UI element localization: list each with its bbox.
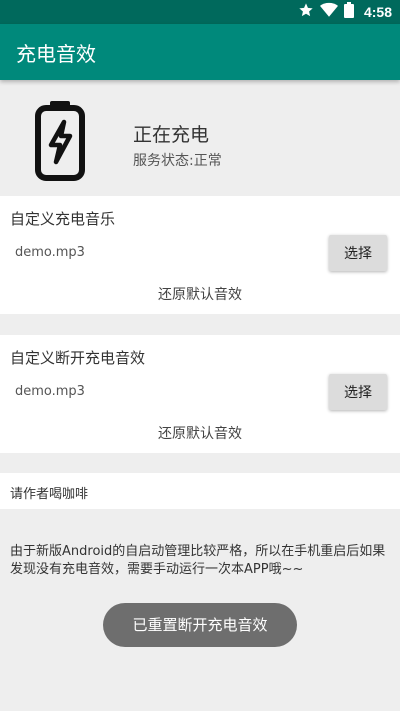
app-title: 充电音效 [16,42,96,66]
status-bar: 4:58 [0,0,400,24]
wifi-icon [319,2,338,22]
status-icons: 4:58 [298,2,392,22]
disconnect-sound-select-button[interactable]: 选择 [329,374,387,410]
status-time: 4:58 [363,4,392,20]
disconnect-sound-file: demo.mp3 [15,384,85,399]
charge-sound-card: 自定义充电音乐 demo.mp3 选择 还原默认音效 [0,196,400,314]
charge-sound-restore-button[interactable]: 还原默认音效 [0,284,400,304]
service-status-text: 服务状态:正常 [133,153,222,169]
buy-coffee-row[interactable]: 请作者喝咖啡 [0,473,400,509]
charge-sound-file: demo.mp3 [15,245,85,260]
app-bar: 充电音效 [0,24,400,80]
disconnect-sound-card: 自定义断开充电音效 demo.mp3 选择 还原默认音效 [0,335,400,453]
star-icon [298,2,314,22]
charge-sound-select-button[interactable]: 选择 [329,235,387,271]
charging-status-title: 正在充电 [133,124,210,146]
charging-battery-icon [34,98,86,182]
charge-sound-title: 自定义充电音乐 [10,210,116,228]
buy-coffee-label: 请作者喝咖啡 [10,487,89,502]
disconnect-sound-title: 自定义断开充电音效 [10,349,146,367]
battery-icon [343,2,354,22]
disconnect-sound-restore-button[interactable]: 还原默认音效 [0,423,400,443]
charging-status-panel: 正在充电 服务状态:正常 [0,80,400,195]
toast-message: 已重置断开充电音效 [103,603,297,647]
autostart-notice: 由于新版Android的自启动管理比较严格，所以在手机重启后如果发现没有充电音效… [10,544,386,577]
